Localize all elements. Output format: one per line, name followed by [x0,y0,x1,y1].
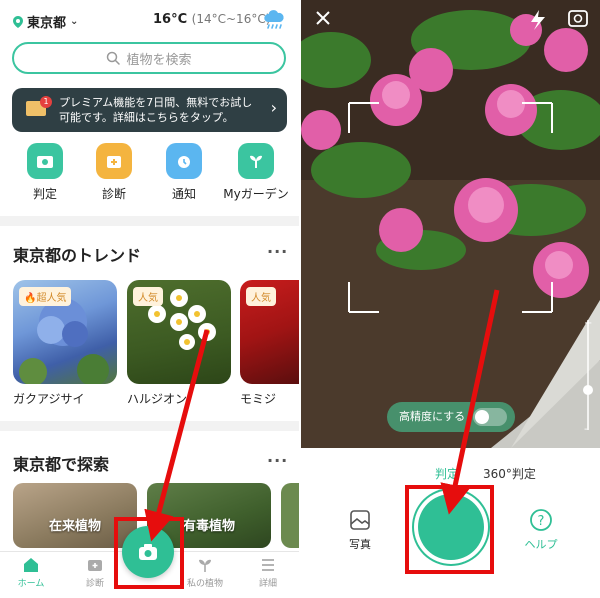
azalea-camera-feed: + - [301,0,600,448]
trend-label: モミジ [240,392,277,406]
location-pin-icon [13,15,23,28]
tab-label: 診断 [85,579,104,589]
annotation-box-shutter [405,485,494,574]
tab-my-plants[interactable]: 私の植物 [180,556,230,589]
search-icon [107,51,121,65]
quick-action-identify[interactable]: 判定 [15,143,75,202]
photo-icon [350,510,370,530]
camera-viewfinder: + - 高精度にする [301,0,600,448]
notification-badge: 1 [40,96,52,108]
location-name: 東京都 [27,16,67,31]
banner-text-line2: 可能です。詳細はこちらをタップ。 [59,111,234,124]
trend-card-fleabane[interactable]: 人気 [127,280,231,384]
zoom-handle [583,385,593,395]
svg-text:+: + [584,318,592,329]
banner-text-line1: プレミアム機能を7日間、無料でお試し [59,96,253,109]
search-input[interactable]: 植物を検索 [12,42,286,74]
tab-label: 私の植物 [186,579,223,589]
help-button[interactable]: ? ヘルプ [516,508,566,552]
quick-action-diagnose[interactable]: 診断 [84,143,144,202]
section-divider [0,216,299,226]
toggle-switch[interactable] [473,408,507,426]
tab-home[interactable]: ホーム [6,556,56,589]
photo-label: 写真 [349,538,371,551]
camera-screen: + - 高精度にする 判定 360°判定 写真 ? ヘルプ [301,0,600,598]
home-icon [24,558,38,572]
quick-action-reminders[interactable]: 通知 [154,143,214,202]
explore-more-button[interactable]: ··· [267,451,288,470]
quick-action-label: Myガーデン [223,187,289,201]
trend-card-maple[interactable]: 人気 [240,280,299,384]
explore-title: 東京都で探索 [13,455,110,474]
mode-identify[interactable]: 判定 [435,465,459,482]
mode-360[interactable]: 360°判定 [483,465,536,482]
trends-title: 東京都のトレンド [13,246,142,265]
rain-cloud-icon [264,10,284,29]
tab-diagnose[interactable]: 診断 [70,556,120,589]
popularity-tag: 人気 [133,287,163,306]
weather-readout: 16°C (14°C~16°C) [153,12,270,27]
medkit-icon [88,560,102,571]
svg-text:?: ? [538,514,545,529]
section-divider [0,421,299,431]
temperature-range: (14°C~16°C) [191,12,271,26]
medkit-icon [96,143,132,179]
list-icon [262,559,274,571]
temperature: 16°C [153,12,188,27]
tab-more[interactable]: 詳細 [243,556,293,589]
chevron-down-icon: ⌄ [70,16,79,27]
popularity-tag: 🔥超人気 [19,287,72,306]
premium-banner[interactable]: 1 プレミアム機能を7日間、無料でお試し 可能です。詳細はこちらをタップ。 › [12,88,287,132]
explore-card-partial[interactable] [281,483,299,548]
help-icon: ? [530,509,552,531]
sprout-icon [199,559,211,572]
annotation-box-camera-tab [114,517,184,589]
chevron-right-icon: › [270,98,277,117]
svg-text:-: - [584,424,588,435]
trend-label: ガクアジサイ [13,392,85,406]
trends-more-button[interactable]: ··· [267,242,288,261]
search-placeholder: 植物を検索 [126,52,192,68]
help-label: ヘルプ [524,538,558,551]
status-row: 東京都 ⌄ 16°C (14°C~16°C) [0,0,299,40]
popularity-tag: 人気 [246,287,276,306]
location-selector[interactable]: 東京都 ⌄ [13,12,78,31]
quick-action-label: 通知 [171,187,196,201]
quick-action-my-garden[interactable]: Myガーデン [222,143,290,202]
quick-action-label: 診断 [101,187,126,201]
high-precision-label: 高精度にする [399,410,466,423]
trend-card-hydrangea[interactable]: 🔥超人気 [13,280,117,384]
home-screen: 東京都 ⌄ 16°C (14°C~16°C) 植物を検索 1 プレミアム機能を7… [0,0,299,598]
tab-label: ホーム [17,579,45,589]
sprout-icon [238,143,274,179]
tab-label: 詳細 [258,579,277,589]
high-precision-toggle[interactable]: 高精度にする [387,402,515,432]
camera-icon [27,143,63,179]
photo-library-button[interactable]: 写真 [335,508,385,552]
trend-label: ハルジオン [127,392,188,406]
quick-actions: 判定 診断 通知 Myガーデン [0,143,299,205]
alarm-icon [166,143,202,179]
quick-action-label: 判定 [32,187,57,201]
